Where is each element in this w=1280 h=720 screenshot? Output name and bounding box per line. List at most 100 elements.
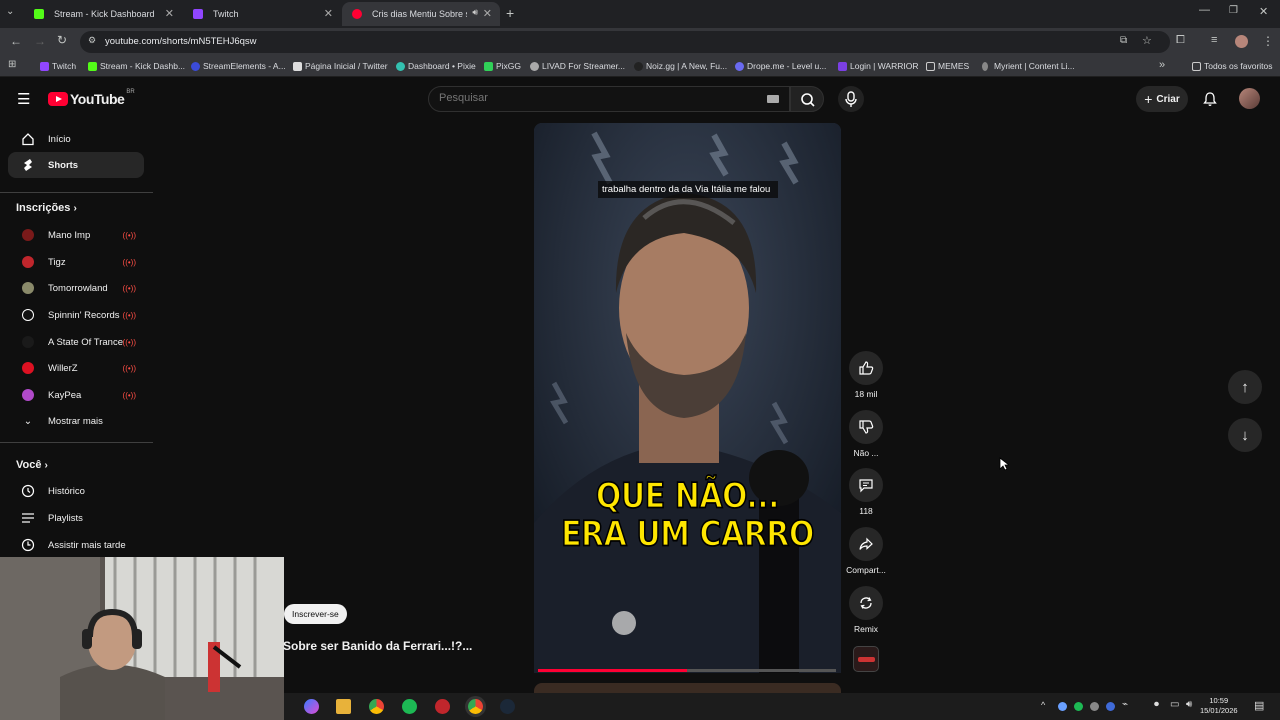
next-short-button[interactable]: ↓ — [1228, 418, 1262, 452]
bookmark-twitter[interactable]: Página Inicial / Twitter — [293, 61, 388, 71]
sidebar-item-a-state-of-trance[interactable]: A State Of Trance ((•)) — [8, 329, 144, 355]
display-icon[interactable]: ▭ — [1170, 699, 1179, 710]
file-explorer-icon[interactable] — [336, 699, 351, 714]
close-icon[interactable]: ✕ — [324, 7, 333, 20]
overlay-text-line1: QUE NÃO... — [595, 476, 780, 518]
tab-kick[interactable]: Stream - Kick Dashboard ✕ — [24, 2, 182, 26]
like-action[interactable]: 18 mil — [846, 351, 886, 399]
bookmark-myrient[interactable]: Myrient | Content Li... — [982, 61, 1075, 71]
url-text[interactable]: youtube.com/shorts/mN5TEHJ6qsw — [105, 36, 257, 47]
like-button[interactable] — [849, 351, 883, 385]
minimize-icon[interactable]: — — [1199, 4, 1210, 16]
sidebar-item-shorts[interactable]: Shorts — [8, 152, 144, 178]
browser-menu-icon[interactable]: ⋮ — [1262, 34, 1274, 48]
new-tab-icon[interactable]: + — [506, 5, 514, 21]
all-bookmarks[interactable]: Todos os favoritos — [1192, 61, 1273, 71]
sidebar-item-playlists[interactable]: Playlists — [8, 505, 144, 531]
voice-search-button[interactable] — [838, 86, 864, 112]
remix-button[interactable] — [849, 586, 883, 620]
bookmark-streamelements[interactable]: StreamElements - A... — [191, 61, 286, 71]
sidebar-item-watch-later[interactable]: Assistir mais tarde — [8, 532, 144, 558]
spotify-icon[interactable] — [402, 699, 417, 714]
tray-spotify-icon[interactable] — [1074, 702, 1083, 711]
speaker-icon[interactable]: 🔊︎ — [472, 7, 478, 18]
steam-icon[interactable] — [500, 699, 515, 714]
bookmark-drope[interactable]: Drope.me - Level u... — [735, 61, 826, 71]
search-input[interactable] — [439, 92, 739, 104]
you-header[interactable]: Você › — [16, 459, 48, 471]
tab-search-icon[interactable]: ⌄ — [6, 6, 14, 17]
video-title[interactable]: Sobre ser Banido da Ferrari...!?... — [283, 639, 472, 653]
bookmark-pixgg[interactable]: PixGG — [484, 61, 521, 71]
sidebar-item-history[interactable]: Histórico — [8, 478, 144, 504]
close-icon[interactable]: ✕ — [483, 7, 492, 20]
subscriptions-header[interactable]: Inscrições › — [16, 202, 77, 214]
sidebar-item-tigz[interactable]: Tigz ((•)) — [8, 249, 144, 275]
notifications-icon[interactable]: ▤ — [1254, 699, 1264, 712]
share-action[interactable]: Compart... — [846, 527, 886, 575]
restore-icon[interactable]: ❐ — [1229, 5, 1238, 16]
tray-chevron-icon[interactable]: ^ — [1041, 700, 1045, 710]
more-bookmarks-icon[interactable]: » — [1159, 59, 1165, 71]
shorts-video-player[interactable]: trabalha dentro da da Via Itália me falo… — [534, 123, 841, 673]
back-icon[interactable]: ← — [10, 34, 22, 48]
search-box[interactable] — [428, 86, 790, 112]
bell-icon[interactable] — [1202, 91, 1218, 107]
site-info-icon[interactable]: ⚙ — [88, 35, 96, 46]
sound-thumbnail[interactable] — [853, 646, 879, 672]
bookmark-warrior[interactable]: Login | WARRIOR — [838, 61, 919, 71]
sidebar-item-willerz[interactable]: WillerZ ((•)) — [8, 355, 144, 381]
comments-action[interactable]: 118 — [846, 468, 886, 516]
sidebar-item-kaypea[interactable]: KayPea ((•)) — [8, 382, 144, 408]
sidebar-item-tomorrowland[interactable]: Tomorrowland ((•)) — [8, 275, 144, 301]
reload-icon[interactable]: ↻ — [57, 33, 67, 47]
install-icon[interactable]: ⧉ — [1120, 35, 1127, 46]
dislike-button[interactable] — [849, 410, 883, 444]
menu-icon[interactable]: ☰ — [17, 90, 30, 108]
media-icon[interactable]: ≡ — [1211, 34, 1217, 46]
subscribe-button[interactable]: Inscrever-se — [284, 604, 347, 624]
tray-app-icon[interactable] — [1058, 702, 1067, 711]
forward-icon[interactable]: → — [34, 34, 46, 48]
sidebar-item-mano-imp[interactable]: Mano Imp ((•)) — [8, 222, 144, 248]
copilot-icon[interactable] — [304, 699, 319, 714]
chrome-icon[interactable] — [369, 699, 384, 714]
bookmark-pixie[interactable]: Dashboard • Pixie — [396, 61, 476, 71]
bookmark-twitch[interactable]: Twitch — [40, 61, 76, 71]
tab-youtube-active[interactable]: Cris dias Mentiu Sobre ser 🔊︎ ✕ — [342, 2, 500, 26]
window-close-icon[interactable]: ✕ — [1259, 5, 1268, 18]
chrome-active-icon[interactable] — [468, 699, 483, 714]
remix-action[interactable]: Remix — [846, 586, 886, 634]
sidebar-item-spinnin-records[interactable]: Spinnin' Records ((•)) — [8, 302, 144, 328]
comments-button[interactable] — [849, 468, 883, 502]
bookmark-star-icon[interactable]: ☆ — [1142, 34, 1152, 47]
apps-icon[interactable]: ⊞ — [8, 59, 16, 70]
avatar[interactable] — [1239, 88, 1260, 109]
obs-icon[interactable] — [435, 699, 450, 714]
bookmark-kick[interactable]: Stream - Kick Dashb... — [88, 61, 185, 71]
video-progress-bar[interactable] — [538, 669, 836, 672]
bluetooth-icon[interactable] — [1106, 702, 1115, 711]
volume-icon[interactable]: 🔊︎ — [1186, 699, 1192, 710]
bookmark-noiz[interactable]: Noiz.gg | A New, Fu... — [634, 61, 727, 71]
omnibox[interactable]: ⚙ youtube.com/shorts/mN5TEHJ6qsw ⧉ ☆ — [80, 31, 1170, 53]
dislike-action[interactable]: Não ... — [846, 410, 886, 458]
mic-tray-icon[interactable]: ⏺ — [1154, 699, 1159, 710]
youtube-logo[interactable]: YouTube BR — [48, 89, 135, 107]
search-button[interactable] — [790, 86, 824, 112]
network-icon[interactable]: ⌁ — [1122, 699, 1128, 710]
bookmark-livad[interactable]: LIVAD For Streamer... — [530, 61, 625, 71]
create-button[interactable]: + Criar — [1136, 86, 1188, 112]
tray-icon[interactable] — [1090, 702, 1099, 711]
extensions-icon[interactable]: ⧠ — [1176, 34, 1185, 47]
keyboard-icon[interactable] — [767, 95, 779, 103]
profile-avatar[interactable] — [1235, 35, 1248, 48]
previous-short-button[interactable]: ↑ — [1228, 370, 1262, 404]
share-button[interactable] — [849, 527, 883, 561]
sidebar-item-home[interactable]: Início — [8, 126, 144, 152]
sidebar-item-show-more[interactable]: ⌄ Mostrar mais — [8, 408, 144, 434]
close-icon[interactable]: ✕ — [165, 7, 174, 20]
tab-twitch[interactable]: Twitch ✕ — [183, 2, 341, 26]
bookmark-memes-folder[interactable]: MEMES — [926, 61, 969, 71]
system-clock[interactable]: 10:59 15/01/2026 — [1200, 696, 1238, 716]
